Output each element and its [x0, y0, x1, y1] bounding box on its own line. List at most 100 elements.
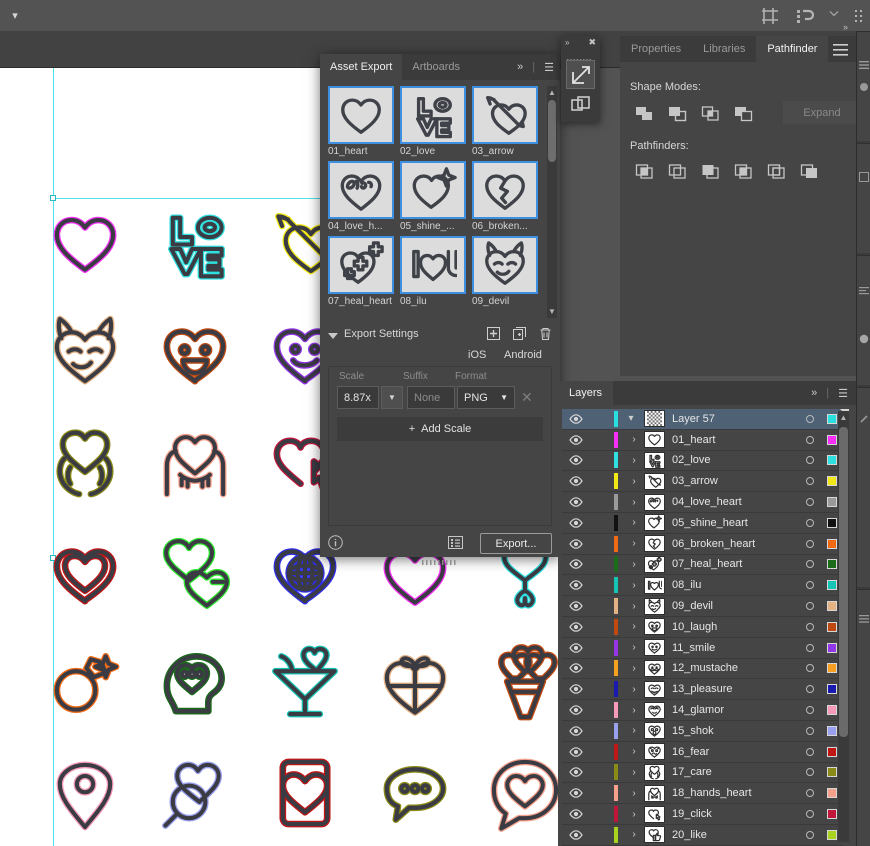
info-icon[interactable]	[328, 535, 343, 555]
layer-name[interactable]: 09_devil	[672, 600, 799, 612]
tab-libraries[interactable]: Libraries	[692, 36, 756, 62]
asset-export-scroll-thumb[interactable]	[548, 100, 556, 162]
layer-target-indicator[interactable]	[799, 810, 821, 819]
collapsed-dock-group-5[interactable]	[857, 589, 870, 846]
floating-panel-grip[interactable]	[567, 52, 593, 65]
layer-name[interactable]: 07_heal_heart	[672, 558, 799, 570]
layer-target-indicator[interactable]	[799, 830, 821, 839]
layer-disclosure-icon[interactable]: ›	[618, 705, 644, 716]
asset-thumbnail-01_heart[interactable]: 01_heart	[328, 86, 394, 157]
layer-visibility-toggle[interactable]	[562, 601, 590, 611]
artwork-hands-heart[interactable]	[140, 408, 250, 518]
layer-row[interactable]: › 13_pleasure	[562, 679, 843, 701]
floating-panel-collapse-icon[interactable]: »	[565, 38, 569, 47]
arrange-chevron-down-icon[interactable]	[828, 6, 840, 26]
artwork-love-letters[interactable]	[140, 188, 250, 298]
layer-disclosure-icon[interactable]: ›	[618, 621, 644, 632]
layer-row[interactable]: › 07_heal_heart	[562, 554, 843, 576]
duplicate-preset-icon[interactable]	[513, 327, 526, 346]
layer-row[interactable]: › 16_fear	[562, 741, 843, 763]
layer-visibility-toggle[interactable]	[562, 788, 590, 799]
export-selection-icon[interactable]	[566, 60, 595, 89]
panel-resize-grip[interactable]	[422, 552, 458, 565]
collapsed-swatches-icon[interactable]	[859, 169, 869, 182]
layer-target-indicator[interactable]	[799, 560, 821, 569]
layer-name[interactable]: 11_smile	[672, 642, 799, 654]
layer-name[interactable]: 13_pleasure	[672, 683, 799, 695]
layer-disclosure-icon[interactable]: ›	[618, 684, 644, 695]
layer-disclosure-icon[interactable]: ›	[618, 829, 644, 840]
exclude-icon[interactable]	[727, 101, 760, 125]
arrange-icon[interactable]	[794, 6, 815, 26]
suffix-input[interactable]: None	[407, 386, 455, 409]
asset-thumbnail-04_love_h[interactable]: 04_love_h...	[328, 161, 394, 232]
layer-target-indicator[interactable]	[799, 477, 821, 486]
layer-visibility-toggle[interactable]	[562, 684, 590, 695]
layer-name[interactable]: 19_click	[672, 808, 799, 820]
artwork-chat-heart[interactable]	[360, 738, 470, 846]
layer-name[interactable]: 01_heart	[672, 434, 799, 446]
add-scale-button[interactable]: + Add Scale	[337, 417, 543, 441]
artwork-phone-heart[interactable]	[250, 738, 360, 846]
app-menu-chevron-icon[interactable]: ▾	[8, 9, 22, 23]
duplicate-shapes-icon[interactable]	[566, 90, 595, 119]
artwork-speech-heart[interactable]	[470, 738, 558, 846]
layer-disclosure-icon[interactable]: ›	[618, 601, 644, 612]
appbar-more-options-icon[interactable]	[854, 6, 864, 26]
asset-thumbnail-image[interactable]	[472, 86, 538, 144]
asset-thumbnail-image[interactable]	[328, 236, 394, 294]
collapsed-panel-dock[interactable]	[856, 31, 870, 846]
layer-row[interactable]: › 12_mustache	[562, 658, 843, 680]
asset-thumbnail-image[interactable]	[328, 161, 394, 219]
layer-target-indicator[interactable]	[799, 435, 821, 444]
layer-target-indicator[interactable]	[799, 685, 821, 694]
layer-disclosure-icon[interactable]: ›	[618, 725, 644, 736]
artwork-devil-heart[interactable]	[30, 298, 140, 408]
layer-row[interactable]: › 01_heart	[562, 429, 843, 451]
layer-visibility-toggle[interactable]	[562, 767, 590, 778]
layer-visibility-toggle[interactable]	[562, 476, 590, 487]
layer-name[interactable]: 10_laugh	[672, 621, 799, 633]
asset-thumbnail-image[interactable]	[328, 86, 394, 144]
layer-target-indicator[interactable]	[799, 706, 821, 715]
asset-thumbnail-03_arrow[interactable]: 03_arrow	[472, 86, 538, 157]
artwork-gift-heart[interactable]	[360, 628, 470, 738]
asset-thumbnail-05_shine_[interactable]: 05_shine_...	[400, 161, 466, 232]
layer-disclosure-icon[interactable]: ›	[618, 746, 644, 757]
layers-list[interactable]: ▾ Layer 57 › 01_heart › 02_love › 03_arrow › 04_l…	[562, 409, 843, 846]
layer-target-indicator[interactable]	[799, 789, 821, 798]
layer-target-indicator[interactable]	[799, 539, 821, 548]
layer-visibility-toggle[interactable]	[562, 414, 590, 424]
layer-target-indicator[interactable]	[799, 664, 821, 673]
layer-row[interactable]: › 05_shine_heart	[562, 512, 843, 534]
layers-collapse-icon[interactable]: »	[811, 387, 817, 399]
layer-target-indicator[interactable]	[799, 643, 821, 652]
layer-disclosure-icon[interactable]: ›	[618, 497, 644, 508]
layer-target-indicator[interactable]	[799, 498, 821, 507]
artwork-care-hands-heart[interactable]	[30, 408, 140, 518]
layer-name[interactable]: 17_care	[672, 766, 799, 778]
delete-preset-icon[interactable]	[539, 327, 552, 346]
asset-thumbnail-image[interactable]	[472, 161, 538, 219]
layer-visibility-toggle[interactable]	[562, 622, 590, 632]
layer-target-indicator[interactable]	[799, 622, 821, 631]
asset-thumbnail-06_broken[interactable]: 06_broken...	[472, 161, 538, 232]
layer-row[interactable]: › 18_hands_heart	[562, 783, 843, 805]
asset-thumbnail-image[interactable]	[472, 236, 538, 294]
layer-target-indicator[interactable]	[799, 414, 821, 423]
asset-thumbnail-09_devil[interactable]: 09_devil	[472, 236, 538, 307]
layer-name[interactable]: 20_like	[672, 829, 799, 841]
layer-visibility-toggle[interactable]	[562, 518, 590, 528]
artwork-bouquet-heart[interactable]	[470, 628, 558, 738]
collapsed-layers-icon[interactable]	[859, 611, 869, 623]
minus-front-icon[interactable]	[661, 101, 694, 125]
merge-icon[interactable]	[694, 159, 727, 183]
artwork-ring-heart[interactable]	[30, 628, 140, 738]
artwork-laugh-heart[interactable]	[140, 298, 250, 408]
asset-thumbnail-image[interactable]	[400, 236, 466, 294]
crop-icon[interactable]	[727, 159, 760, 183]
layer-row[interactable]: › 20_like	[562, 824, 843, 846]
layer-name[interactable]: 02_love	[672, 454, 799, 466]
layer-name[interactable]: 15_shok	[672, 725, 799, 737]
layer-name[interactable]: 18_hands_heart	[672, 787, 799, 799]
